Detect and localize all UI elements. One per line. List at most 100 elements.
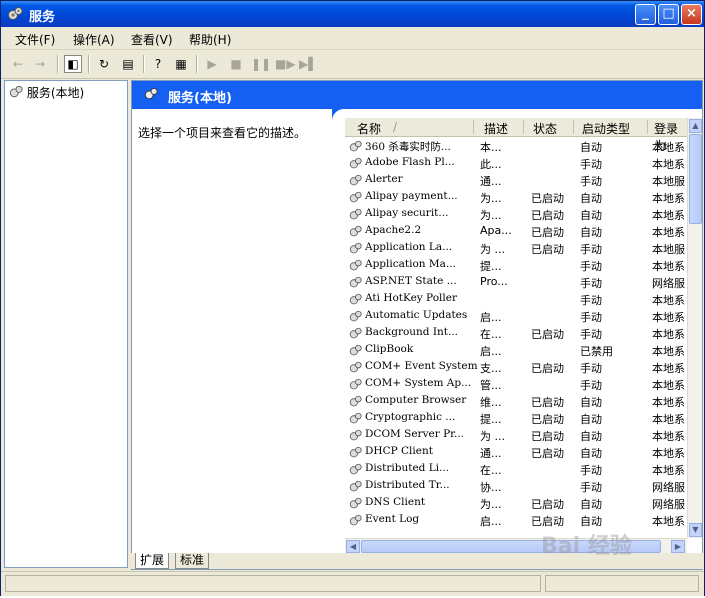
scroll-right-icon[interactable]: ▶	[671, 540, 685, 553]
service-status: 已启动	[531, 430, 564, 443]
service-name: ASP.NET State ...	[365, 275, 457, 287]
menu-view[interactable]: 查看(V)	[131, 31, 173, 48]
column-description[interactable]: 描述	[484, 120, 508, 137]
table-row[interactable]: Alipay securit... 为... 已启动 自动 本地系	[345, 206, 687, 223]
table-row[interactable]: DHCP Client 通... 已启动 自动 本地系	[345, 444, 687, 461]
help-icon[interactable]: ?	[149, 55, 167, 73]
scroll-up-icon[interactable]: ▲	[689, 119, 702, 133]
table-row[interactable]: Cryptographic ... 提... 已启动 自动 本地系	[345, 410, 687, 427]
properties-icon[interactable]: ▦	[172, 55, 190, 73]
service-description: 启...	[480, 345, 502, 358]
service-startup-type: 手动	[580, 175, 602, 188]
column-name[interactable]: 名称	[357, 120, 381, 137]
table-row[interactable]: COM+ Event System 支... 已启动 手动 本地系	[345, 359, 687, 376]
table-row[interactable]: Apache2.2 Apa... 已启动 自动 本地系	[345, 223, 687, 240]
scroll-down-icon[interactable]: ▼	[689, 523, 702, 537]
service-name: Cryptographic ...	[365, 411, 456, 423]
service-description: 为...	[480, 498, 502, 511]
service-description: 管...	[480, 379, 502, 392]
table-row[interactable]: Computer Browser 维... 已启动 自动 本地系	[345, 393, 687, 410]
service-name: ClipBook	[365, 343, 414, 355]
menu-action[interactable]: 操作(A)	[73, 31, 115, 48]
maximize-button[interactable]: □	[658, 4, 679, 25]
table-row[interactable]: 360 杀毒实时防... 本... 自动 本地系	[345, 138, 687, 155]
table-row[interactable]: ClipBook 启... 已禁用 本地系	[345, 342, 687, 359]
refresh-icon[interactable]: ↻	[95, 55, 113, 73]
service-name: Computer Browser	[365, 394, 467, 406]
service-description: Apa...	[480, 224, 512, 237]
show-hide-tree-icon[interactable]: ◧	[64, 55, 82, 73]
service-name: Alipay securit...	[365, 207, 449, 219]
service-description: 为 ...	[480, 430, 505, 443]
resume-service-icon[interactable]: ▶▌	[299, 55, 317, 73]
table-row[interactable]: DCOM Server Pr... 为 ... 已启动 自动 本地系	[345, 427, 687, 444]
service-logon: 本地系	[652, 515, 685, 528]
service-status: 已启动	[531, 328, 564, 341]
minimize-button[interactable]: _	[635, 4, 656, 25]
service-startup-type: 手动	[580, 481, 602, 494]
stop-service-icon[interactable]: ■	[227, 55, 245, 73]
table-row[interactable]: Alipay payment... 为... 已启动 自动 本地系	[345, 189, 687, 206]
service-gear-icon	[349, 395, 362, 407]
scroll-left-icon[interactable]: ◀	[346, 540, 360, 553]
table-row[interactable]: DNS Client 为... 已启动 自动 网络服	[345, 495, 687, 512]
back-icon[interactable]: ←	[9, 55, 27, 73]
table-row[interactable]: ASP.NET State ... Pro... 手动 网络服	[345, 274, 687, 291]
column-startup-type[interactable]: 启动类型	[582, 120, 630, 137]
service-gear-icon	[349, 429, 362, 441]
column-divider[interactable]	[473, 120, 474, 134]
column-divider[interactable]	[523, 120, 524, 134]
table-row[interactable]: Alerter 通... 手动 本地服	[345, 172, 687, 189]
service-name: DNS Client	[365, 496, 426, 508]
horizontal-scrollbar[interactable]: ◀ ▶	[345, 538, 687, 553]
title-bar[interactable]: 服务 _ □ ×	[1, 1, 704, 27]
table-row[interactable]: COM+ System Ap... 管... 手动 本地系	[345, 376, 687, 393]
service-logon: 本地系	[652, 447, 685, 460]
service-description: 协...	[480, 481, 502, 494]
tab-standard[interactable]: 标准	[175, 553, 210, 569]
service-logon: 本地系	[652, 294, 685, 307]
table-row[interactable]: Background Int... 在... 已启动 手动 本地系	[345, 325, 687, 342]
menu-help[interactable]: 帮助(H)	[189, 31, 231, 48]
column-divider[interactable]	[573, 120, 574, 134]
service-gear-icon	[349, 412, 362, 424]
table-row[interactable]: Application La... 为 ... 已启动 手动 本地服	[345, 240, 687, 257]
table-row[interactable]: Event Log 启... 已启动 自动 本地系	[345, 512, 687, 529]
service-startup-type: 自动	[580, 226, 602, 239]
toolbar: ← → ◧ ↻ ▤ ? ▦ ▶ ■ ❚❚ ■▶ ▶▌	[1, 50, 704, 79]
vertical-scrollbar[interactable]: ▲ ▼	[687, 118, 702, 538]
column-divider[interactable]	[647, 120, 648, 134]
gears-icon	[9, 85, 23, 98]
service-status: 已启动	[531, 515, 564, 528]
service-description: 为...	[480, 192, 502, 205]
table-row[interactable]: Adobe Flash Pl... 此... 手动 本地系	[345, 155, 687, 172]
table-row[interactable]: Distributed Tr... 协... 手动 网络服	[345, 478, 687, 495]
start-service-icon[interactable]: ▶	[203, 55, 221, 73]
tab-extended[interactable]: 扩展	[135, 553, 170, 569]
service-logon: 本地系	[652, 209, 685, 222]
column-status[interactable]: 状态	[533, 120, 557, 137]
service-name: Application La...	[365, 241, 453, 253]
service-gear-icon	[349, 480, 362, 492]
service-startup-type: 手动	[580, 158, 602, 171]
service-status: 已启动	[531, 243, 564, 256]
close-button[interactable]: ×	[681, 4, 702, 25]
tree-node-services-local[interactable]: 服务(本地)	[9, 84, 84, 101]
service-logon: 网络服	[652, 277, 685, 290]
service-description: 此...	[480, 158, 502, 171]
menu-file[interactable]: 文件(F)	[15, 31, 55, 48]
pause-service-icon[interactable]: ❚❚	[251, 55, 271, 73]
service-logon: 本地系	[652, 158, 685, 171]
table-row[interactable]: Application Ma... 提... 手动 本地系	[345, 257, 687, 274]
service-description: 在...	[480, 464, 502, 477]
service-description: 提...	[480, 413, 502, 426]
scroll-thumb[interactable]	[689, 134, 702, 224]
restart-service-icon[interactable]: ■▶	[275, 55, 296, 73]
table-row[interactable]: Automatic Updates 启... 手动 本地系	[345, 308, 687, 325]
service-startup-type: 自动	[580, 430, 602, 443]
service-description: 维...	[480, 396, 502, 409]
export-list-icon[interactable]: ▤	[119, 55, 137, 73]
table-row[interactable]: Distributed Li... 在... 手动 本地系	[345, 461, 687, 478]
table-row[interactable]: Ati HotKey Poller 手动 本地系	[345, 291, 687, 308]
forward-icon[interactable]: →	[31, 55, 49, 73]
